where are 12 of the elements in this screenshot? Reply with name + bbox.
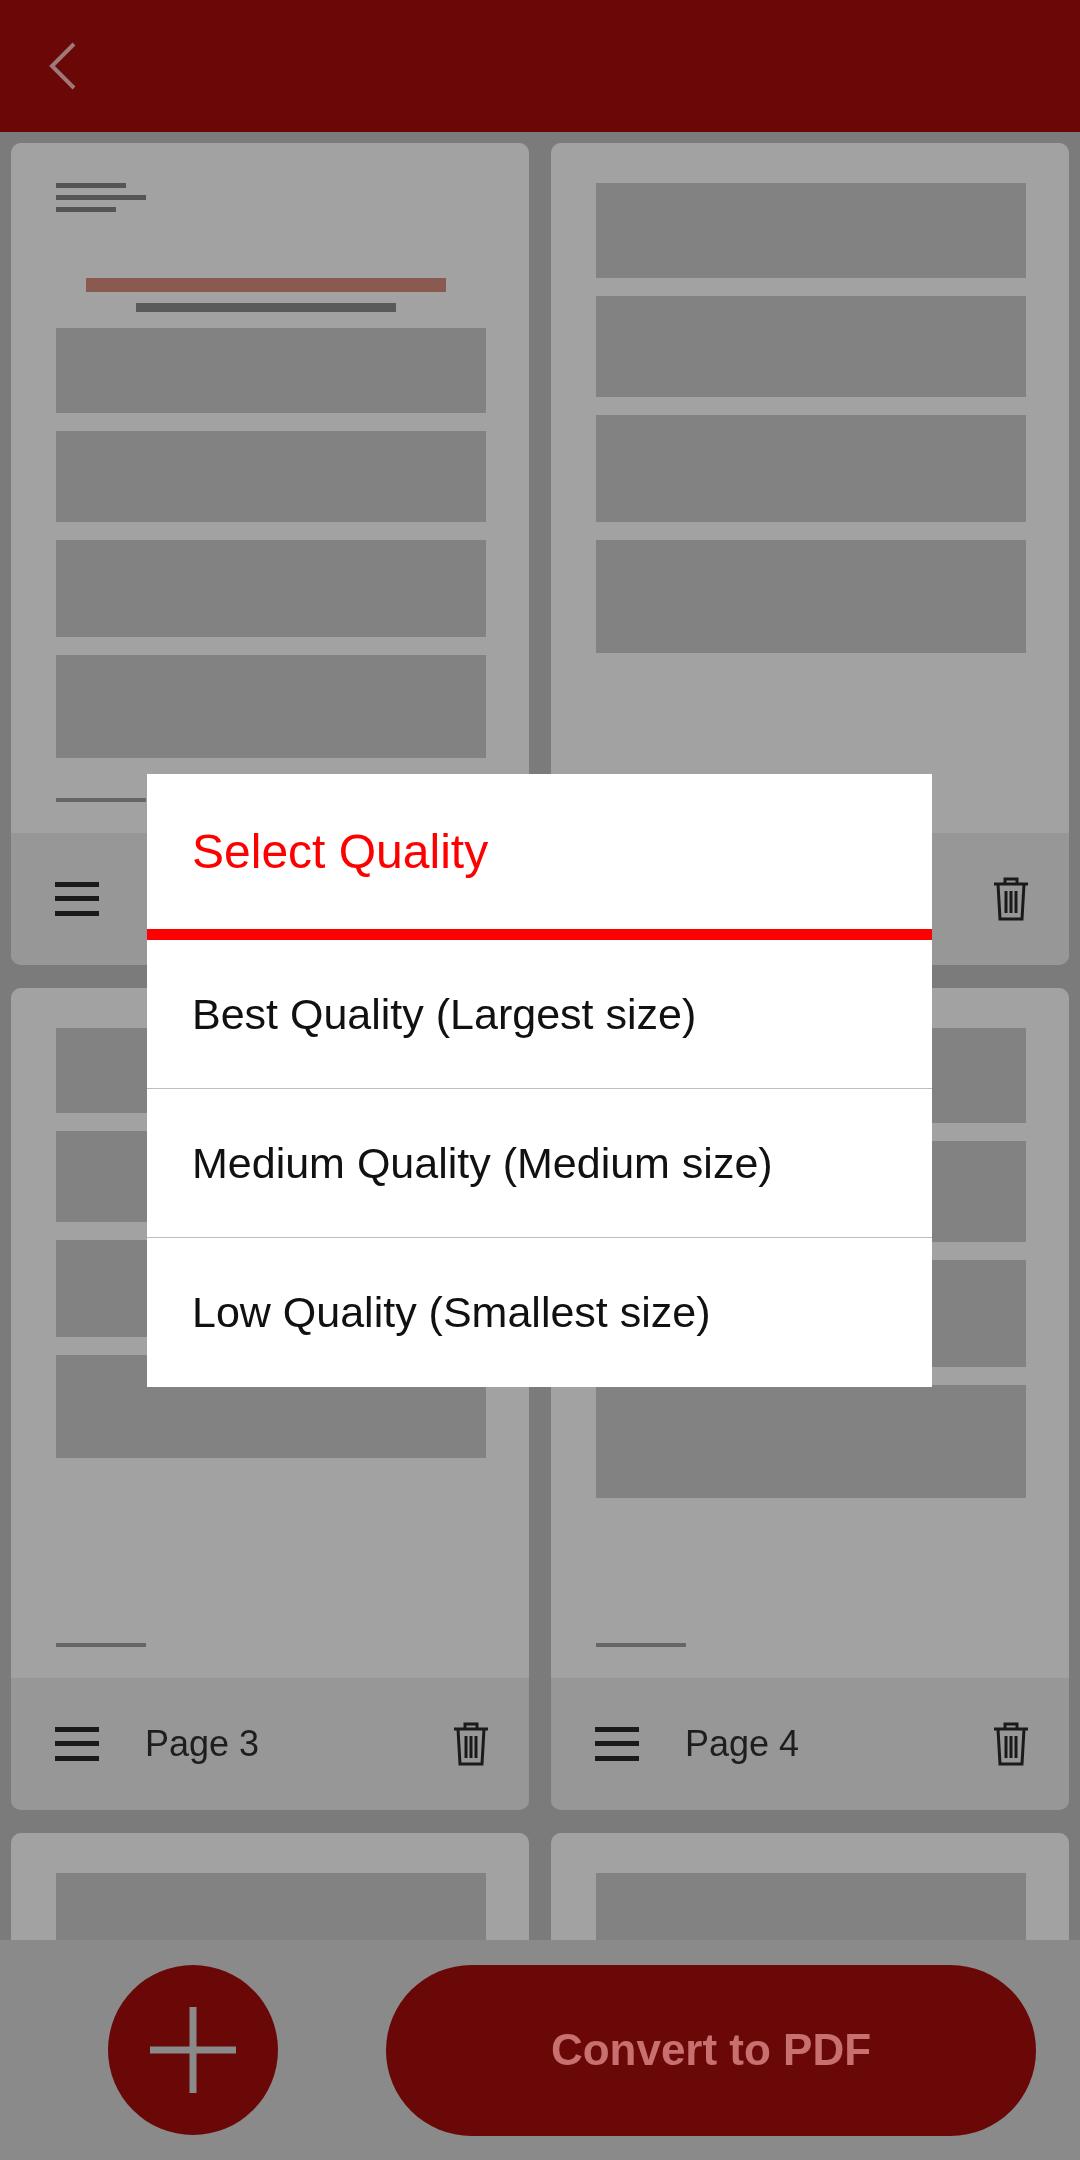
- plus-icon: [150, 2007, 236, 2093]
- menu-icon[interactable]: [595, 1727, 639, 1761]
- menu-icon[interactable]: [55, 882, 99, 916]
- menu-icon[interactable]: [55, 1727, 99, 1761]
- trash-icon[interactable]: [453, 1722, 489, 1766]
- convert-button[interactable]: Convert to PDF: [386, 1964, 1036, 2136]
- dialog-title: Select Quality: [191, 823, 490, 880]
- page-label: Page 4: [685, 1722, 800, 1766]
- page-label: Page 3: [145, 1722, 260, 1766]
- trash-icon[interactable]: [993, 877, 1029, 921]
- trash-icon[interactable]: [993, 1722, 1029, 1766]
- back-icon[interactable]: [48, 41, 78, 91]
